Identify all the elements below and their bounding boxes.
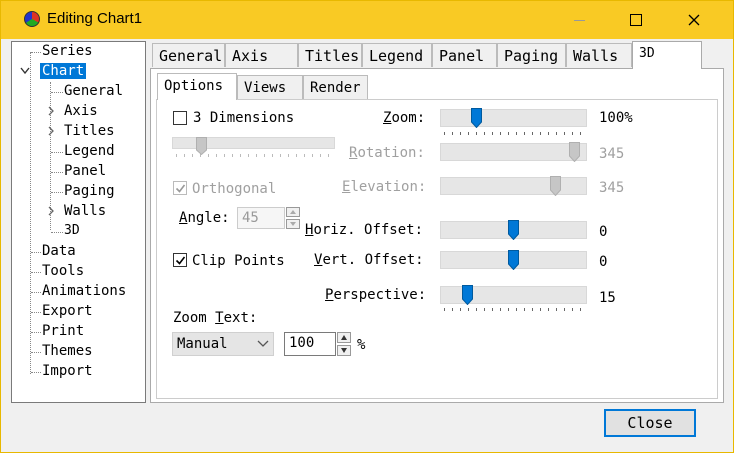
title-bar[interactable]: Editing Chart1 xyxy=(1,1,733,39)
content-area: General Axis Titles Legend Panel Paging … xyxy=(150,41,724,403)
tree-item-axis[interactable]: Axis xyxy=(62,102,100,120)
window-title: Editing Chart1 xyxy=(47,10,143,27)
expand-icon[interactable] xyxy=(46,126,56,136)
elevation-value: 345 xyxy=(599,180,625,196)
percent-unit: % xyxy=(357,337,366,353)
tab-walls[interactable]: Walls xyxy=(566,43,632,67)
zoom-percent-spinner[interactable] xyxy=(337,332,351,356)
vert-offset-slider-thumb[interactable] xyxy=(508,250,519,270)
subtab-options[interactable]: Options xyxy=(157,73,237,100)
clip-points-label: Clip Points xyxy=(192,253,285,269)
tree-item-legend[interactable]: Legend xyxy=(62,142,117,160)
tab-3d[interactable]: 3D xyxy=(632,41,702,69)
subtab-views[interactable]: Views xyxy=(237,75,303,99)
rotation-slider-track xyxy=(440,143,587,161)
zoom-value: 100% xyxy=(599,110,633,126)
tab-panel[interactable]: Panel xyxy=(432,43,497,67)
slider-ticks xyxy=(444,132,584,135)
tree-item-3d[interactable]: 3D xyxy=(62,222,82,240)
zoom-slider-thumb[interactable] xyxy=(471,108,483,128)
tab-paging[interactable]: Paging xyxy=(497,43,566,67)
tree-item-export[interactable]: Export xyxy=(40,302,95,320)
rotation-label: Rotation: xyxy=(349,145,425,161)
perspective-value: 15 xyxy=(599,290,616,306)
expand-icon[interactable] xyxy=(46,106,56,116)
unnamed-slider-thumb xyxy=(196,137,208,156)
tree-item-print[interactable]: Print xyxy=(40,322,86,340)
angle-input[interactable]: 45 xyxy=(237,207,285,229)
rotation-value: 345 xyxy=(599,146,625,162)
tree-item-tools[interactable]: Tools xyxy=(40,262,86,280)
zoom-slider-track[interactable] xyxy=(440,109,587,127)
orthogonal-checkbox[interactable] xyxy=(173,181,187,195)
orthogonal-label: Orthogonal xyxy=(192,181,277,197)
zoom-label: Zoom: xyxy=(383,110,426,126)
tree-item-themes[interactable]: Themes xyxy=(40,342,95,360)
angle-spinner[interactable] xyxy=(286,207,300,229)
perspective-label: Perspective: xyxy=(325,287,427,303)
elevation-label: Elevation: xyxy=(342,179,427,195)
horiz-offset-label: Horiz. Offset: xyxy=(305,222,424,238)
chevron-down-icon xyxy=(257,340,269,347)
tab-titles[interactable]: Titles xyxy=(298,43,362,67)
clip-points-checkbox[interactable] xyxy=(173,253,187,267)
zoom-text-combo[interactable]: Manual xyxy=(172,332,274,356)
close-button[interactable]: Close xyxy=(604,409,696,437)
tab-panel-3d: Options Views Render 3 Dimensions Orthog… xyxy=(150,68,724,403)
three-dimensions-label: 3 Dimensions xyxy=(193,110,295,126)
tree-item-import[interactable]: Import xyxy=(40,362,95,380)
tree-item-animations[interactable]: Animations xyxy=(40,282,128,300)
close-window-button[interactable] xyxy=(671,1,717,39)
collapse-icon[interactable] xyxy=(20,67,30,77)
perspective-slider-thumb[interactable] xyxy=(461,285,473,305)
elevation-slider-track xyxy=(440,177,587,195)
tree-line xyxy=(30,52,32,374)
tree-item-data[interactable]: Data xyxy=(40,242,78,260)
horiz-offset-slider-thumb[interactable] xyxy=(508,220,519,240)
horiz-offset-value: 0 xyxy=(599,224,608,240)
navigation-tree[interactable]: Series Chart General Axis Titles Legend … xyxy=(11,41,146,403)
maximize-button[interactable] xyxy=(613,1,659,39)
three-dimensions-checkbox[interactable] xyxy=(173,111,187,125)
expand-icon[interactable] xyxy=(46,206,56,216)
subtab-render[interactable]: Render xyxy=(303,75,368,99)
editor-window: Editing Chart1 Series Chart General Axis… xyxy=(0,0,734,453)
rotation-slider-thumb xyxy=(568,142,580,162)
tree-item-paging[interactable]: Paging xyxy=(62,182,117,200)
zoom-percent-input[interactable]: 100 xyxy=(284,332,336,356)
tab-legend[interactable]: Legend xyxy=(362,43,432,67)
tab-general[interactable]: General xyxy=(152,43,225,67)
zoom-text-label: Zoom Text: xyxy=(173,310,258,326)
vert-offset-label: Vert. Offset: xyxy=(314,252,424,268)
tree-item-walls[interactable]: Walls xyxy=(62,202,108,220)
tree-item-series[interactable]: Series xyxy=(40,42,95,60)
angle-label: Angle: xyxy=(179,210,230,226)
slider-ticks xyxy=(444,308,584,311)
tab-axis[interactable]: Axis xyxy=(225,43,298,67)
minimize-button[interactable] xyxy=(557,1,603,39)
tree-item-chart[interactable]: Chart xyxy=(40,62,87,80)
vert-offset-value: 0 xyxy=(599,254,608,270)
options-panel: 3 Dimensions Orthogonal Angle: 45 Clip P… xyxy=(156,99,718,399)
tree-item-titles[interactable]: Titles xyxy=(62,122,117,140)
elevation-slider-thumb xyxy=(550,176,562,196)
app-icon xyxy=(24,11,40,27)
tree-item-general[interactable]: General xyxy=(62,82,125,100)
tree-item-panel[interactable]: Panel xyxy=(62,162,108,180)
close-icon xyxy=(688,14,700,26)
